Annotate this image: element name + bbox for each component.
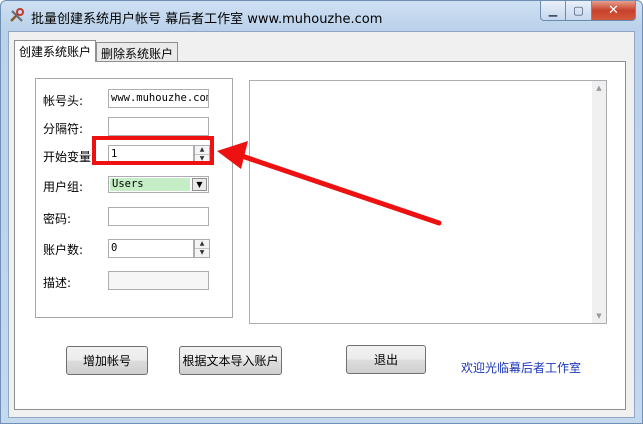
annotation-arrow	[217, 141, 442, 226]
tab-create-accounts[interactable]: 创建系统账户	[14, 40, 97, 62]
app-window: 批量创建系统用户帐号 幕后者工作室 www.muhouzhe.com ▁ ▢ ✕…	[0, 0, 643, 424]
